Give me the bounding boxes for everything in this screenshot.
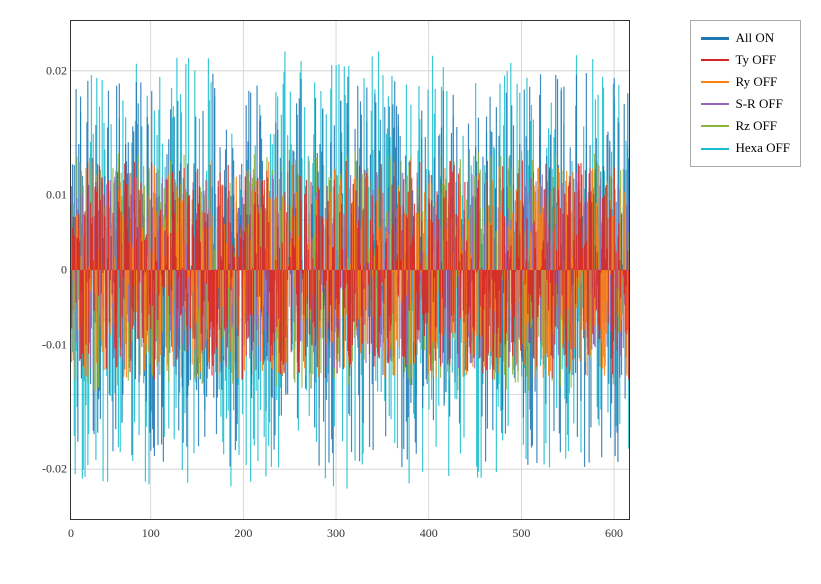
legend-label-sr-off: S-R OFF: [735, 93, 782, 115]
legend-item-hexa-off: Hexa OFF: [701, 137, 790, 159]
chart-legend: All ON Ty OFF Ry OFF S-R OFF Rz OFF Hexa…: [690, 20, 801, 167]
legend-label-all-on: All ON: [735, 27, 774, 49]
x-tick-300: 300: [327, 526, 345, 541]
legend-color-rz-off: [701, 125, 729, 127]
legend-color-hexa-off: [701, 148, 729, 150]
x-tick-200: 200: [234, 526, 252, 541]
y-tick-0: 0: [61, 263, 67, 278]
x-tick-400: 400: [420, 526, 438, 541]
legend-label-ry-off: Ry OFF: [735, 71, 777, 93]
legend-item-ty-off: Ty OFF: [701, 49, 790, 71]
legend-item-sr-off: S-R OFF: [701, 93, 790, 115]
legend-color-all-on: [701, 37, 729, 40]
legend-item-rz-off: Rz OFF: [701, 115, 790, 137]
legend-label-hexa-off: Hexa OFF: [735, 137, 790, 159]
x-tick-600: 600: [605, 526, 623, 541]
legend-item-ry-off: Ry OFF: [701, 71, 790, 93]
y-tick-n0.02: -0.02: [42, 462, 67, 477]
y-tick-0.02: 0.02: [46, 63, 67, 78]
y-tick-n0.01: -0.01: [42, 337, 67, 352]
legend-item-all-on: All ON: [701, 27, 790, 49]
legend-color-ry-off: [701, 81, 729, 83]
legend-color-sr-off: [701, 103, 729, 105]
x-tick-500: 500: [512, 526, 530, 541]
x-tick-100: 100: [142, 526, 160, 541]
y-tick-0.01: 0.01: [46, 188, 67, 203]
legend-label-ty-off: Ty OFF: [735, 49, 776, 71]
x-tick-0: 0: [68, 526, 74, 541]
legend-label-rz-off: Rz OFF: [735, 115, 777, 137]
legend-color-ty-off: [701, 59, 729, 61]
chart-area: 0.02 0.01 0 -0.01 -0.02 0 100 200 300 40…: [70, 20, 630, 520]
chart-container: 0.02 0.01 0 -0.01 -0.02 0 100 200 300 40…: [0, 0, 821, 584]
